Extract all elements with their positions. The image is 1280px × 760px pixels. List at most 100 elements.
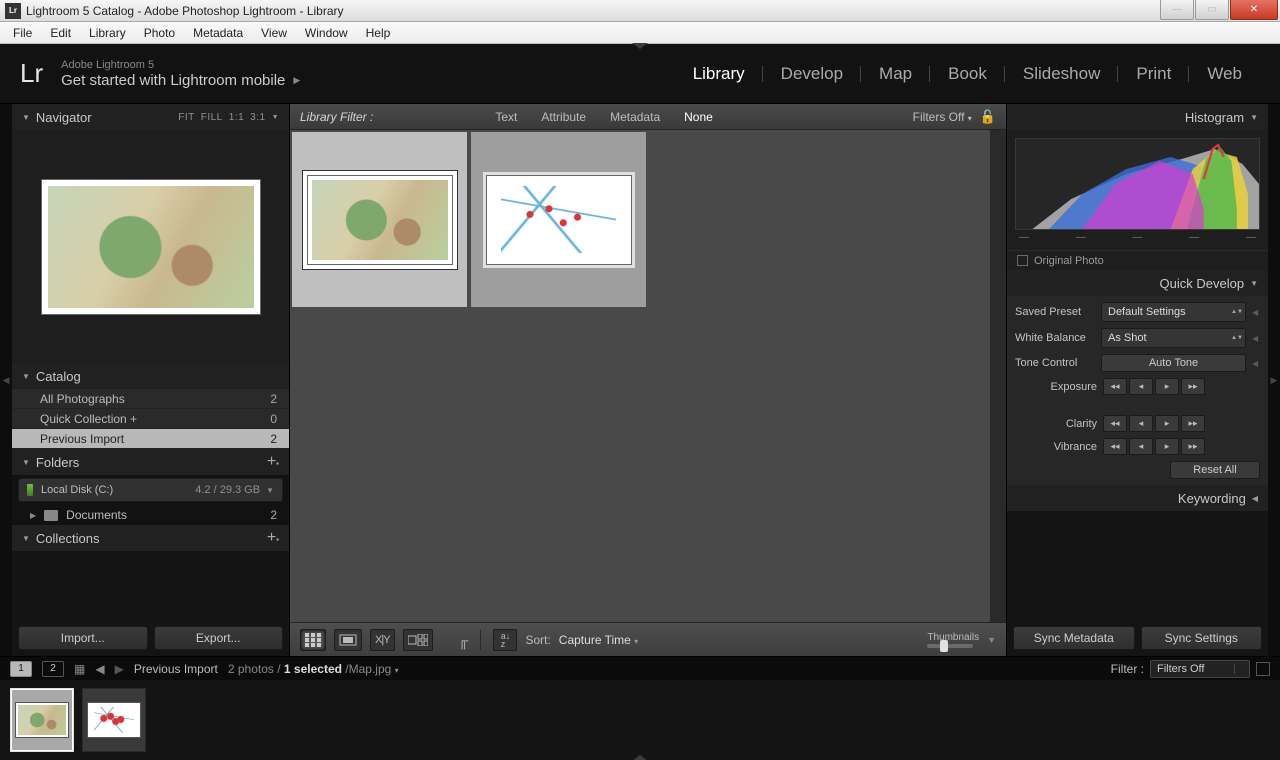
menu-view[interactable]: View (252, 23, 296, 43)
menu-file[interactable]: File (4, 23, 41, 43)
minimize-button[interactable]: — (1160, 0, 1194, 20)
nav-fit[interactable]: FIT (178, 112, 195, 123)
thumbnail-grid[interactable] (290, 130, 1006, 622)
filter-dropdown[interactable]: Filters Off (1150, 660, 1250, 678)
maximize-button[interactable]: ▭ (1195, 0, 1229, 20)
reset-all-button[interactable]: Reset All (1170, 461, 1260, 479)
collapse-bottom-icon[interactable] (632, 755, 648, 760)
status-source[interactable]: Previous Import (134, 662, 218, 676)
quick-develop-header[interactable]: Quick Develop ▼ (1007, 270, 1268, 296)
histogram-display[interactable] (1015, 138, 1260, 230)
collapse-top-icon[interactable] (632, 43, 648, 49)
menu-photo[interactable]: Photo (135, 23, 184, 43)
wb-dropdown[interactable]: As Shot▲▼ (1101, 328, 1246, 348)
checkbox-icon[interactable] (1017, 255, 1028, 266)
module-library[interactable]: Library (675, 64, 763, 84)
sort-dropdown[interactable]: Capture Time ▾ (559, 633, 638, 647)
filter-lock-toggle[interactable] (1256, 662, 1270, 676)
main-window-button[interactable]: 1 (10, 661, 32, 677)
module-develop[interactable]: Develop (763, 64, 861, 84)
menu-window[interactable]: Window (296, 23, 357, 43)
expand-icon[interactable]: ▶ (30, 511, 36, 520)
nav-3to1[interactable]: 3:1 (250, 112, 265, 123)
collapse-icon[interactable]: ◀ (1252, 359, 1260, 368)
vibrance-dec[interactable]: ◂ (1129, 438, 1153, 455)
add-collection-icon[interactable]: +▪ (267, 529, 279, 547)
close-button[interactable]: ✕ (1230, 0, 1278, 20)
drive-row[interactable]: Local Disk (C:) 4.2 / 29.3 GB ▼ (18, 478, 283, 502)
auto-tone-button[interactable]: Auto Tone (1101, 354, 1246, 372)
view-loupe-button[interactable] (334, 629, 362, 651)
collapse-icon[interactable]: ◀ (1252, 334, 1260, 343)
toolbar-menu-icon[interactable]: ▼ (987, 635, 996, 645)
vibrance-dec2[interactable]: ◂◂ (1103, 438, 1127, 455)
filter-metadata[interactable]: Metadata (598, 106, 672, 128)
catalog-row-quick[interactable]: Quick Collection +0 (12, 409, 289, 429)
add-folder-icon[interactable]: +▪ (267, 453, 279, 471)
import-button[interactable]: Import... (18, 626, 148, 650)
grid-cell-1[interactable] (292, 132, 467, 307)
grid-scrollbar[interactable] (990, 130, 1006, 622)
filmstrip-cell-1[interactable] (10, 688, 74, 752)
view-grid-button[interactable] (300, 629, 326, 651)
lock-icon[interactable]: 🔓 (980, 109, 996, 125)
clarity-inc2[interactable]: ▸▸ (1181, 415, 1205, 432)
exposure-dec[interactable]: ◂ (1129, 378, 1153, 395)
module-map[interactable]: Map (861, 64, 930, 84)
go-back-icon[interactable]: ◀ (95, 662, 104, 676)
menu-metadata[interactable]: Metadata (184, 23, 252, 43)
second-window-button[interactable]: 2 (42, 661, 64, 677)
histogram-header[interactable]: Histogram ▼ (1007, 104, 1268, 130)
filmstrip-cell-2[interactable] (82, 688, 146, 752)
catalog-header[interactable]: ▼ Catalog (12, 363, 289, 389)
module-slideshow[interactable]: Slideshow (1005, 64, 1119, 84)
navigator-header[interactable]: ▼ Navigator FIT FILL 1:1 3:1 ▼ (12, 104, 289, 130)
left-edge-handle[interactable]: ◀ (0, 104, 12, 656)
menu-help[interactable]: Help (357, 23, 400, 43)
menu-edit[interactable]: Edit (41, 23, 80, 43)
thumbnail-size-slider[interactable] (927, 644, 973, 648)
preset-dropdown[interactable]: Default Settings▲▼ (1101, 302, 1246, 322)
sort-direction-button[interactable]: a↓z (493, 629, 517, 651)
module-print[interactable]: Print (1118, 64, 1189, 84)
nav-fill[interactable]: FILL (201, 112, 223, 123)
clarity-inc[interactable]: ▸ (1155, 415, 1179, 432)
module-web[interactable]: Web (1189, 64, 1260, 84)
folder-row-documents[interactable]: ▶ Documents 2 (12, 505, 289, 525)
exposure-dec2[interactable]: ◂◂ (1103, 378, 1127, 395)
collections-header[interactable]: ▼ Collections +▪ (12, 525, 289, 551)
filter-none[interactable]: None (672, 106, 725, 128)
filter-attribute[interactable]: Attribute (529, 106, 598, 128)
module-book[interactable]: Book (930, 64, 1005, 84)
filter-text[interactable]: Text (483, 106, 529, 128)
go-forward-icon[interactable]: ▶ (115, 662, 124, 676)
exposure-inc[interactable]: ▸ (1155, 378, 1179, 395)
nav-1to1[interactable]: 1:1 (229, 112, 244, 123)
menu-library[interactable]: Library (80, 23, 135, 43)
lightroom-mobile-link[interactable]: Get started with Lightroom mobile▶ (61, 72, 300, 89)
painter-tool-icon[interactable]: ╓ (459, 632, 469, 648)
grid-icon[interactable]: ▦ (74, 662, 85, 676)
exposure-inc2[interactable]: ▸▸ (1181, 378, 1205, 395)
clarity-dec2[interactable]: ◂◂ (1103, 415, 1127, 432)
folders-header[interactable]: ▼ Folders +▪ (12, 449, 289, 475)
grid-cell-2[interactable] (471, 132, 646, 307)
filters-off-dropdown[interactable]: Filters Off ▾ (913, 110, 972, 124)
filmstrip[interactable] (0, 680, 1280, 760)
view-compare-button[interactable]: X|Y (370, 629, 395, 651)
vibrance-inc2[interactable]: ▸▸ (1181, 438, 1205, 455)
sync-settings-button[interactable]: Sync Settings (1141, 626, 1263, 650)
catalog-row-previous-import[interactable]: Previous Import2 (12, 429, 289, 449)
sync-metadata-button[interactable]: Sync Metadata (1013, 626, 1135, 650)
clarity-dec[interactable]: ◂ (1129, 415, 1153, 432)
catalog-row-all[interactable]: All Photographs2 (12, 389, 289, 409)
keywording-header[interactable]: Keywording ◀ (1007, 485, 1268, 511)
export-button[interactable]: Export... (154, 626, 284, 650)
right-edge-handle[interactable]: ▶ (1268, 104, 1280, 656)
vibrance-inc[interactable]: ▸ (1155, 438, 1179, 455)
nav-zoom-more-icon[interactable]: ▼ (272, 114, 279, 121)
navigator-preview[interactable] (12, 130, 289, 363)
original-photo-toggle[interactable]: Original Photo (1007, 250, 1268, 270)
view-survey-button[interactable] (403, 629, 433, 651)
collapse-icon[interactable]: ◀ (1252, 308, 1260, 317)
